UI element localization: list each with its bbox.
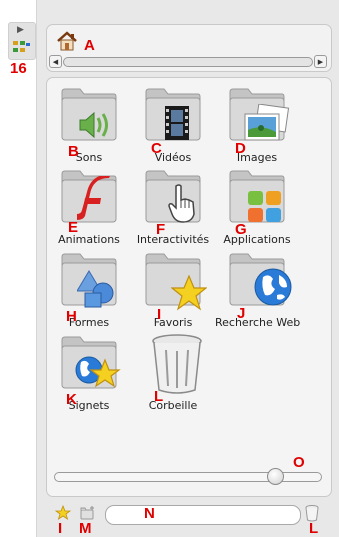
annotation-i-bottom: I (58, 520, 63, 537)
annotation-c: C (151, 140, 162, 157)
slider-handle[interactable] (267, 468, 284, 485)
hand-pointer-icon (168, 184, 195, 223)
library-item-sons[interactable]: Sons (47, 86, 131, 168)
annotation-b: B (68, 143, 79, 160)
annotation-e: E (68, 219, 79, 236)
speaker-icon (79, 111, 108, 139)
annotation-a: A (84, 37, 95, 54)
favorite-star-icon[interactable] (55, 505, 71, 521)
item-label: Recherche Web (215, 316, 301, 329)
annotation-l-bottom: L (309, 520, 319, 537)
annotation-i: I (157, 306, 162, 323)
item-label: Applications (223, 233, 291, 246)
scroll-right-button[interactable]: ▶ (314, 55, 327, 68)
scroll-left-button[interactable]: ◀ (49, 55, 62, 68)
home-icon[interactable] (56, 30, 78, 52)
annotation-l: L (154, 388, 164, 405)
library-item-videos[interactable]: Vidéos (131, 86, 215, 168)
item-label: Animations (58, 233, 120, 246)
library-toggle-tab[interactable]: ▶ (8, 22, 36, 60)
left-sidebar (0, 0, 37, 537)
annotation-f: F (156, 221, 166, 238)
item-label: Images (236, 151, 278, 164)
shapes-icon (77, 270, 114, 308)
annotation-m: M (79, 520, 92, 537)
item-label: Formes (68, 316, 110, 329)
item-label: Sons (75, 151, 103, 164)
library-item-favoris[interactable]: Favoris (131, 251, 215, 333)
thumbnail-size-slider[interactable] (54, 468, 322, 485)
annotation-g: G (235, 221, 247, 238)
annotation-d: D (235, 140, 246, 157)
expand-arrow-icon[interactable]: ▶ (17, 25, 24, 35)
library-item-animations[interactable]: Animations (47, 168, 131, 250)
globe-icon (254, 268, 292, 306)
search-input[interactable] (105, 505, 301, 525)
annotation-k: K (66, 391, 77, 408)
library-item-signets[interactable]: Signets (47, 334, 131, 416)
item-label: Signets (68, 399, 110, 412)
item-label: Interactivités (136, 233, 210, 246)
picture-icon (244, 104, 290, 141)
library-item-interactivites[interactable]: Interactivités (131, 168, 215, 250)
annotation-o: O (293, 454, 305, 471)
item-label: Corbeille (148, 399, 198, 412)
library-item-corbeille[interactable]: Corbeille (131, 334, 215, 416)
film-icon (165, 106, 189, 140)
annotation-h: H (66, 308, 77, 325)
library-item-recherche-web[interactable]: Recherche Web (215, 251, 301, 333)
library-item-images[interactable]: Images (215, 86, 299, 168)
breadcrumb-scrollbar[interactable]: ◀ ▶ (49, 55, 327, 68)
annotation-16: 16 (10, 60, 27, 77)
library-item-formes[interactable]: Formes (47, 251, 131, 333)
flash-icon (77, 176, 110, 220)
item-label: Favoris (153, 316, 193, 329)
annotation-n: N (144, 505, 155, 522)
star-icon (171, 275, 207, 311)
trash-icon (152, 334, 202, 394)
library-item-applications[interactable]: Applications (215, 168, 299, 250)
annotation-j: J (237, 305, 246, 322)
scroll-track[interactable] (63, 57, 313, 67)
new-folder-icon[interactable] (80, 505, 96, 521)
globe-star-icon (75, 356, 121, 388)
item-label: Vidéos (154, 151, 192, 164)
apps-icon (248, 191, 281, 222)
library-icon (13, 41, 30, 52)
